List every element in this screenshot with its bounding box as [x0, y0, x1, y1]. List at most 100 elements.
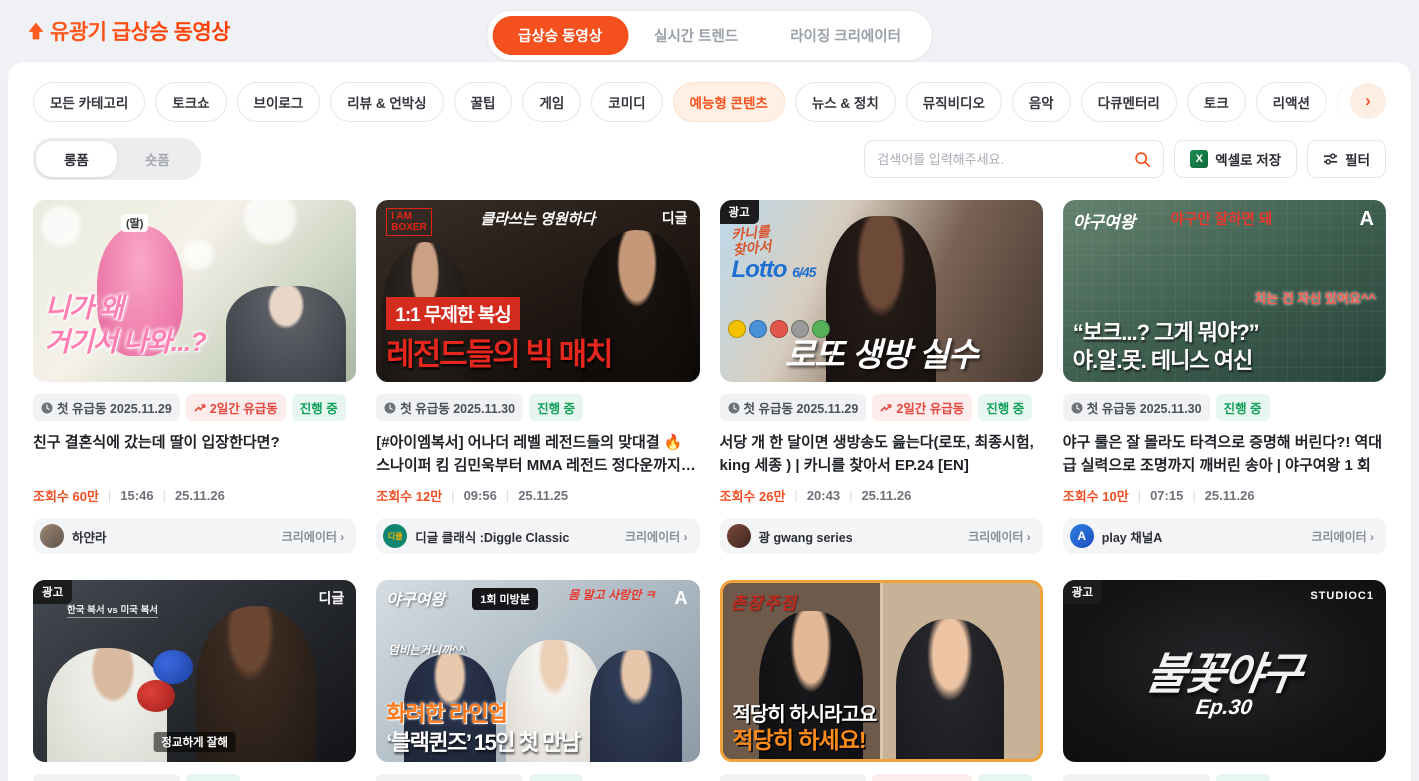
- avatar: A: [1070, 524, 1094, 548]
- channel-name: 광 gwang series: [759, 527, 961, 546]
- status-badge: 진행 중: [978, 774, 1032, 781]
- clock-icon: [1071, 402, 1083, 414]
- first-date-badge: 첫 유급동 2025.11.28: [720, 774, 867, 781]
- video-card: 촌장주점 적당히 하시라고요 적당히 하세요! 첫 유급동 2025.11.28…: [720, 580, 1043, 781]
- tab-rising-creators[interactable]: 라이징 크리에이터: [764, 16, 927, 55]
- list-toolbar: 롱폼 숏폼 X 엑셀로 저장: [33, 138, 1386, 180]
- channel-a-logo: A: [675, 588, 688, 609]
- chip-documentary[interactable]: 다큐멘터리: [1081, 82, 1177, 122]
- main-panel: 모든 카테고리 토크쇼 브이로그 리뷰 & 언박싱 꿀팁 게임 코미디 예능형 …: [8, 62, 1411, 781]
- video-thumbnail[interactable]: (딸) 니가 왜 거기서 나와...?: [33, 200, 356, 382]
- decor-flower: [41, 206, 81, 246]
- chips-scroll-next-button[interactable]: ›: [1350, 83, 1386, 119]
- video-stats: 조회수 12만| 09:56| 25.11.25: [376, 486, 699, 505]
- view-count: 조회수 60만: [33, 486, 99, 505]
- trend-badge: 2일간 유급동: [872, 394, 972, 421]
- creator-link[interactable]: 크리에이터 ›: [625, 528, 688, 545]
- creator-link[interactable]: 크리에이터 ›: [1311, 528, 1374, 545]
- chip-comedy[interactable]: 코미디: [591, 82, 662, 122]
- thumb-title-text: 불꽃야구: [1143, 638, 1306, 702]
- excel-export-button[interactable]: X 엑셀로 저장: [1174, 140, 1297, 178]
- video-title[interactable]: 친구 결혼식에 갔는데 딸이 입장한다면?: [33, 432, 356, 477]
- show-logo: 야구여왕: [386, 586, 445, 610]
- channel-row[interactable]: 디클 디글 클래식 :Diggle Classic 크리에이터 ›: [376, 518, 699, 554]
- toggle-longform[interactable]: 롱폼: [36, 141, 117, 177]
- thumb-tag: (딸): [121, 214, 148, 232]
- video-card: 광고 STUDIOC1 불꽃야구 Ep.30 첫 유급동 2025.11.30 …: [1063, 580, 1386, 781]
- chip-entertainment[interactable]: 예능형 콘텐츠: [673, 82, 785, 122]
- thumb-subtitle: 정교하게 잘해: [153, 732, 236, 752]
- page-title: 유광기 급상승 동영상: [50, 16, 230, 46]
- video-thumbnail[interactable]: I AM BOXER 클라쓰는 영원하다 디글 1:1 무제한 복싱 레전드들의…: [376, 200, 699, 382]
- channel-row[interactable]: 광 gwang series 크리에이터 ›: [720, 518, 1043, 554]
- tab-trending-videos[interactable]: 급상승 동영상: [492, 16, 628, 55]
- view-count: 조회수 26만: [720, 486, 786, 505]
- toggle-shortform[interactable]: 숏폼: [117, 141, 198, 177]
- video-stats: 조회수 10만| 07:15| 25.11.26: [1063, 486, 1386, 505]
- trending-up-icon: [880, 403, 892, 413]
- video-title[interactable]: 야구 룰은 잘 몰라도 타격으로 증명해 버린다?! 역대급 실력으로 조명까지…: [1063, 432, 1386, 477]
- video-stats: 조회수 26만| 20:43| 25.11.26: [720, 486, 1043, 505]
- badge-row: 첫 유급동 2025.11.30 진행 중: [376, 774, 699, 781]
- video-thumbnail[interactable]: 광고 카니를 찾아서 Lotto 6/45 로또 생방 실수: [720, 200, 1043, 382]
- channel-row[interactable]: 하얀라 크리에이터 ›: [33, 518, 356, 554]
- status-badge: 진행 중: [978, 394, 1032, 421]
- badge-row: 첫 유급동 2025.11.30 진행 중: [1063, 774, 1386, 781]
- badge-row: 첫 유급동 2025.11.30 진행 중: [1063, 394, 1386, 421]
- first-date-badge: 첫 유급동 2025.11.30: [1063, 774, 1210, 781]
- video-card: 야구여왕 야구만 잘하면 돼 A 치는 건 자신 있어요^^ “보크...? 그…: [1063, 200, 1386, 554]
- video-thumbnail[interactable]: 야구여왕 야구만 잘하면 돼 A 치는 건 자신 있어요^^ “보크...? 그…: [1063, 200, 1386, 382]
- chip-musicvideo[interactable]: 뮤직비디오: [906, 82, 1002, 122]
- filter-sliders-icon: [1323, 152, 1338, 166]
- blue-glove: [153, 650, 193, 684]
- video-thumbnail[interactable]: 광고 STUDIOC1 불꽃야구 Ep.30: [1063, 580, 1386, 762]
- video-title[interactable]: [#아이엠복서] 어나더 레벨 레전드들의 맞대결 🔥 스나이퍼 킴 김민욱부터…: [376, 432, 699, 477]
- badge-row: 첫 유급동 2025.11.28 2일간 유급동 진행 중: [720, 774, 1043, 781]
- first-date-badge: 첫 유급동 2025.11.30: [1063, 394, 1210, 421]
- chip-talkshow[interactable]: 토크쇼: [155, 82, 226, 122]
- filter-button[interactable]: 필터: [1307, 140, 1386, 178]
- video-grid: (딸) 니가 왜 거기서 나와...? 첫 유급동 2025.11.29 2일간…: [33, 200, 1386, 781]
- chip-talk[interactable]: 토크: [1187, 82, 1246, 122]
- page-header: 유광기 급상승 동영상 급상승 동영상 실시간 트렌드 라이징 크리에이터: [0, 0, 1419, 62]
- excel-export-label: 엑셀로 저장: [1215, 149, 1281, 169]
- status-badge: 진행 중: [529, 774, 583, 781]
- video-duration: 15:46: [120, 488, 153, 503]
- avatar: 디클: [383, 524, 407, 548]
- channel-row[interactable]: A play 채널A 크리에이터 ›: [1063, 518, 1386, 554]
- thumb-script-text: 카니를 찾아서: [730, 224, 772, 259]
- thumb-episode-text: Ep.30: [1195, 696, 1254, 720]
- channel-a-logo: A: [1360, 208, 1374, 231]
- chip-news-politics[interactable]: 뉴스 & 정치: [795, 82, 896, 122]
- unaired-badge: 1회 미방분: [472, 588, 538, 610]
- video-thumbnail[interactable]: 광고 한국 복서 vs 미국 복서 디글 정교하게 잘해: [33, 580, 356, 762]
- chip-all-categories[interactable]: 모든 카테고리: [33, 82, 145, 122]
- tab-realtime-trends[interactable]: 실시간 트렌드: [628, 16, 764, 55]
- video-thumbnail[interactable]: 야구여왕 1회 미방분 몸 말고 사랑만 ㅋ A 덤비는거니까^^ 화려한 라인…: [376, 580, 699, 762]
- creator-link[interactable]: 크리에이터 ›: [968, 528, 1031, 545]
- search-icon[interactable]: [1134, 151, 1151, 168]
- search-input[interactable]: [877, 152, 1134, 167]
- ad-badge: 광고: [1063, 580, 1102, 604]
- iamboxer-logo: I AM BOXER: [386, 208, 432, 236]
- chip-vlog[interactable]: 브이로그: [237, 82, 321, 122]
- first-date-badge: 첫 유급동 2025.11.30: [33, 774, 180, 781]
- chip-music[interactable]: 음악: [1012, 82, 1071, 122]
- app-logo: 유광기 급상승 동영상: [26, 16, 230, 46]
- chip-review-unboxing[interactable]: 리뷰 & 언박싱: [330, 82, 443, 122]
- avatar: [727, 524, 751, 548]
- category-chip-row: 모든 카테고리 토크쇼 브이로그 리뷰 & 언박싱 꿀팁 게임 코미디 예능형 …: [33, 82, 1386, 122]
- video-title[interactable]: 서당 개 한 달이면 생방송도 읊는다(로또, 최종시험, king 세종 ) …: [720, 432, 1043, 477]
- person-figure: [590, 650, 682, 762]
- chip-tips[interactable]: 꿀팁: [454, 82, 513, 122]
- chip-game[interactable]: 게임: [522, 82, 581, 122]
- chip-reaction[interactable]: 리액션: [1256, 82, 1327, 122]
- creator-link[interactable]: 크리에이터 ›: [282, 528, 345, 545]
- search-box[interactable]: [864, 140, 1164, 178]
- video-thumbnail[interactable]: 촌장주점 적당히 하시라고요 적당히 하세요!: [720, 580, 1043, 762]
- thumb-script-text: 몸 말고 사랑만 ㅋ: [568, 586, 655, 603]
- show-logo: 촌장주점: [731, 589, 798, 614]
- lotto-logo: Lotto 6/45: [732, 256, 816, 284]
- ad-badge: 광고: [720, 200, 759, 224]
- video-date: 25.11.26: [1205, 488, 1255, 503]
